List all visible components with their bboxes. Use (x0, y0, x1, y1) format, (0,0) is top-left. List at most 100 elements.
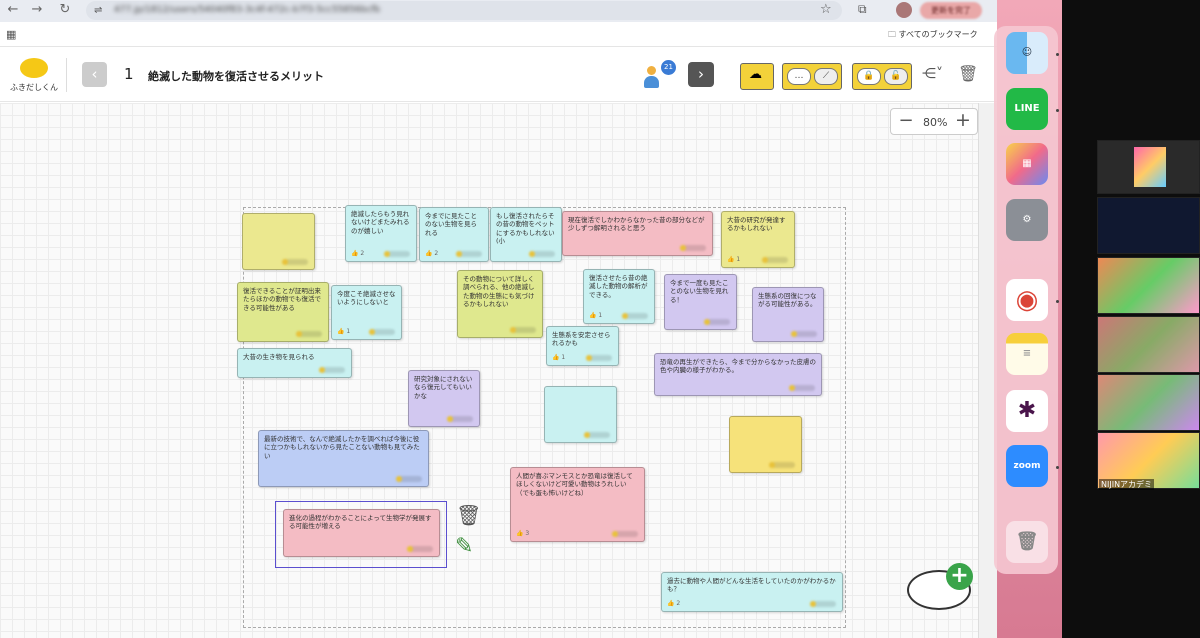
sticky-note[interactable]: 人間が喜ぶマンモスとか恐竜は復活してほしくないけど可愛い動物はうれしい（でも蛋も… (510, 467, 645, 542)
sticky-note[interactable]: 現在復活でしかわからなかった昔の部分などが少しずつ解明されると思う (562, 211, 713, 256)
like-indicator[interactable] (789, 385, 815, 391)
like-indicator[interactable] (384, 251, 410, 257)
lock-closed-icon[interactable]: 🔒 (857, 68, 881, 85)
launchpad-icon[interactable]: ▦ (1006, 143, 1048, 185)
sticky-note[interactable]: 復活できることが証明出来たらほかの動物でも復活できる可能性がある (237, 282, 329, 342)
sticky-note[interactable]: 生態系の回復につながる可能性がある。 (752, 287, 824, 342)
like-indicator[interactable] (510, 327, 536, 333)
zoom-out-button[interactable]: − (897, 110, 915, 131)
like-indicator[interactable] (810, 601, 836, 607)
sticky-note[interactable]: 研究対象にされないなら復元してもいいかな (408, 370, 480, 427)
sticky-note[interactable]: 過去に動物や人間がどんな生活をしていたのかがわかるかも？ 👍 2 (661, 572, 843, 612)
extensions-icon[interactable]: ⧉ (858, 2, 867, 17)
logo-icon[interactable] (20, 58, 48, 78)
like-indicator[interactable] (680, 245, 706, 251)
like-indicator[interactable] (282, 259, 308, 265)
system-settings-icon[interactable]: ⚙ (1006, 199, 1048, 241)
forward-arrow-icon[interactable]: → (28, 2, 46, 17)
like-indicator[interactable] (762, 257, 788, 263)
bookmark-star-icon[interactable]: ☆ (820, 2, 832, 17)
reaction-tool-button[interactable]: ☁ (740, 63, 774, 90)
like-count[interactable]: 👍 1 (727, 256, 740, 264)
delete-menu-icon[interactable]: 🗑 (958, 64, 978, 83)
chrome-icon[interactable]: ◉ (1006, 279, 1048, 321)
slack-icon[interactable]: ✱ (1006, 390, 1048, 432)
back-arrow-icon[interactable]: ← (4, 2, 22, 17)
participant-tile[interactable] (1097, 197, 1200, 254)
lock-open-icon[interactable]: 🔓 (884, 68, 908, 85)
like-indicator[interactable] (704, 319, 730, 325)
participant-tile[interactable] (1097, 316, 1200, 373)
like-indicator[interactable] (769, 462, 795, 468)
like-count[interactable]: 👍 1 (589, 312, 602, 320)
zoom-in-button[interactable]: + (954, 109, 972, 131)
reload-icon[interactable]: ↻ (56, 2, 74, 17)
sticky-note[interactable]: 絶滅したらもう見れないけどまたみれるのが嬉しい 👍 2 (345, 205, 417, 262)
note-text: 生態系の回復につながる可能性がある。 (758, 292, 817, 309)
sticky-note[interactable]: 生態系を安定させられるかも 👍 1 (546, 326, 619, 366)
like-count[interactable]: 👍 2 (351, 250, 364, 258)
plus-icon[interactable]: + (946, 563, 973, 590)
selection-frame[interactable] (275, 501, 447, 568)
participant-tile[interactable] (1097, 374, 1200, 431)
address-bar[interactable]: ⇌ 477.jp/1812/users/54040f83-3c4f-472c-b… (86, 1, 842, 20)
participant-count-badge: 21 (661, 60, 676, 75)
like-indicator[interactable] (319, 367, 345, 373)
bubble-off-icon[interactable]: ⟋ (814, 68, 838, 85)
delete-note-icon[interactable]: 🗑 (456, 503, 481, 527)
like-count[interactable]: 👍 1 (337, 328, 350, 336)
like-indicator[interactable] (612, 531, 638, 537)
bubble-display-toggle[interactable]: … ⟋ (782, 63, 842, 90)
apps-grid-icon[interactable]: ▦ (6, 28, 16, 41)
page-title: 絶滅した動物を復活させるメリット (148, 70, 324, 83)
all-bookmarks-folder[interactable]: 🗀 すべてのブックマーク (888, 29, 978, 43)
like-indicator[interactable] (791, 331, 817, 337)
sticky-note[interactable]: 恐竜の再生ができたら、今まで分からなかった皮膚の色や内臓の様子がわかる。 (654, 353, 822, 396)
like-indicator[interactable] (622, 313, 648, 319)
sticky-note[interactable]: 今までに見たことのない生物を見られる 👍 2 (419, 207, 489, 262)
like-indicator[interactable] (529, 251, 555, 257)
previous-page-button[interactable]: ‹ (82, 62, 107, 87)
zoom-icon[interactable]: zoom (1006, 445, 1048, 487)
like-indicator[interactable] (456, 251, 482, 257)
trash-icon[interactable]: 🗑 (1006, 521, 1048, 563)
bubble-on-icon[interactable]: … (787, 68, 811, 85)
participant-tile[interactable] (1097, 257, 1200, 314)
like-indicator[interactable] (584, 432, 610, 438)
like-count[interactable]: 👍 3 (516, 530, 529, 538)
like-count[interactable]: 👍 2 (425, 250, 438, 258)
participant-tile[interactable] (1097, 140, 1200, 194)
sticky-note[interactable] (544, 386, 617, 443)
notes-icon[interactable]: ≡ (1006, 333, 1048, 375)
sticky-note[interactable] (729, 416, 802, 473)
like-indicator[interactable] (396, 476, 422, 482)
like-indicator[interactable] (447, 416, 473, 422)
like-indicator[interactable] (586, 355, 612, 361)
line-icon[interactable]: LINE (1006, 88, 1048, 130)
sticky-note[interactable]: その動物について詳しく調べられる、他の絶滅した動物の生態にも気づけるかもしれない (457, 270, 543, 338)
sticky-note[interactable]: 大昔の生き物を見られる (237, 348, 352, 378)
sticky-note[interactable]: 今まで一度も見たことのない生物を見れる！ (664, 274, 737, 330)
sticky-note[interactable]: 大昔の研究が発達するかもしれない 👍 1 (721, 211, 795, 268)
next-page-button[interactable]: › (688, 62, 714, 87)
like-count[interactable]: 👍 1 (552, 354, 565, 362)
note-text: 研究対象にされないなら復元してもいいかな (414, 375, 473, 400)
update-button[interactable]: 更新を完了 (920, 2, 982, 19)
edit-note-icon[interactable]: ✎ (455, 534, 473, 559)
like-indicator[interactable] (369, 329, 395, 335)
profile-avatar[interactable] (896, 2, 912, 18)
lock-toggle[interactable]: 🔒 🔓 (852, 63, 912, 90)
hand-bubble-icon: ☁ (749, 67, 762, 82)
like-count[interactable]: 👍 2 (667, 600, 680, 608)
like-indicator[interactable] (296, 331, 322, 337)
site-info-icon[interactable]: ⇌ (94, 1, 102, 20)
sticky-note[interactable]: もし復活されたらその昔の動物をペットにするかもしれない(小 (490, 207, 562, 262)
share-icon[interactable]: ⋲˅ (922, 66, 943, 82)
finder-icon[interactable]: ☺ (1006, 32, 1048, 74)
sticky-note[interactable]: 復活させたら昔の絶滅した動物の解析ができる。 👍 1 (583, 269, 655, 324)
sticky-note[interactable]: 今度こそ絶滅させないようにしないと 👍 1 (331, 285, 402, 340)
sticky-note[interactable] (242, 213, 315, 270)
participant-name-tag: NIJINアカデミ (1099, 479, 1155, 490)
sticky-note[interactable]: 最新の技術で、なんで絶滅したかを調べれば今後に役に立つかもしれないから見たことな… (258, 430, 429, 487)
participants-icon[interactable] (643, 64, 661, 90)
